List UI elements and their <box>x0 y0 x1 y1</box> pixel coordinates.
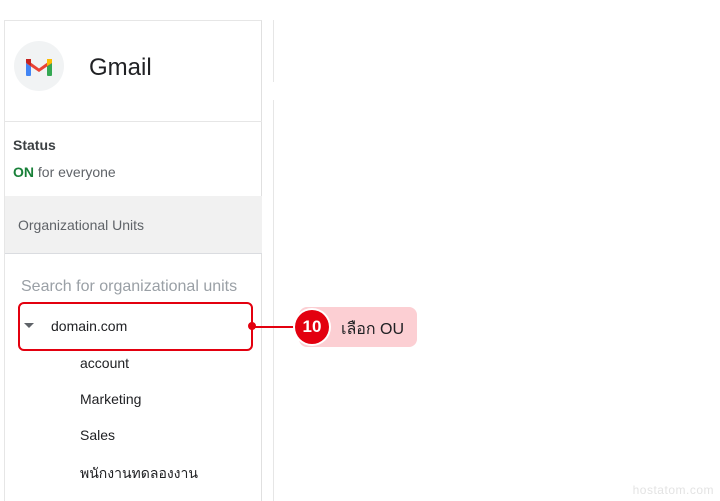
ou-item-account[interactable]: account <box>80 355 129 371</box>
org-units-header-label: Organizational Units <box>18 217 145 233</box>
callout-connector <box>253 326 301 328</box>
callout-text: เลือก OU <box>341 321 405 338</box>
app-header: Gmail <box>5 21 262 122</box>
gmail-settings-panel: Gmail Status ON for everyone Organizatio… <box>4 20 262 501</box>
ou-item-sales[interactable]: Sales <box>80 427 115 443</box>
callout-anchor-dot <box>248 322 256 330</box>
service-status[interactable]: Status ON for everyone <box>5 121 262 197</box>
ou-item-marketing[interactable]: Marketing <box>80 391 141 407</box>
ou-root-label: domain.com <box>51 318 128 334</box>
content-divider-top <box>273 20 274 82</box>
status-title: Status <box>13 137 56 153</box>
ou-item-probation[interactable]: พนักงานทดลองงาน <box>80 463 198 485</box>
content-divider <box>273 100 274 501</box>
caret-down-icon[interactable] <box>24 323 34 328</box>
status-line: ON for everyone <box>13 164 116 180</box>
app-name: Gmail <box>89 54 152 81</box>
gmail-logo-icon <box>14 41 64 91</box>
org-units-search-input[interactable]: Search for organizational units <box>21 278 237 296</box>
ou-tree-root[interactable]: domain.com <box>18 302 253 351</box>
org-units-header: Organizational Units <box>5 196 262 254</box>
status-scope: for everyone <box>37 164 116 180</box>
status-on-label: ON <box>13 164 34 180</box>
callout-step-badge: 10 <box>295 310 329 344</box>
watermark: hostatom.com <box>632 483 714 497</box>
